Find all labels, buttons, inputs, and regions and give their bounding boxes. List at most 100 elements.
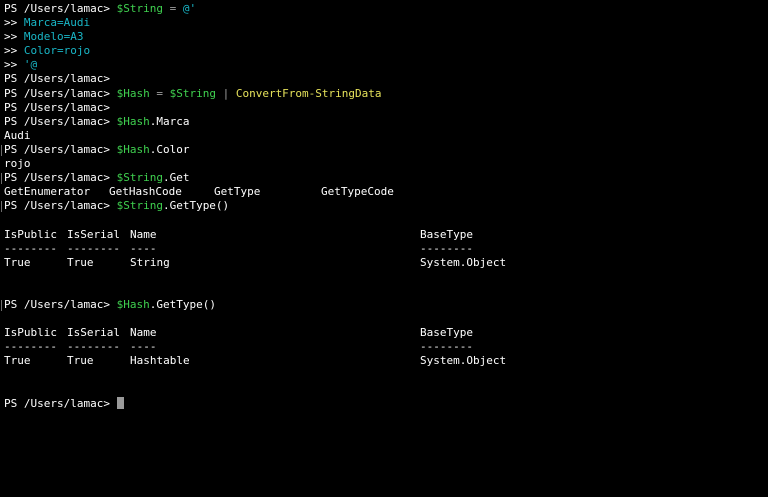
table-cell: Hashtable bbox=[130, 354, 190, 368]
variable-token: $Hash bbox=[116, 114, 150, 128]
prompt: PS /Users/lamac> bbox=[4, 72, 110, 86]
prompt: PS /Users/lamac> bbox=[4, 297, 110, 311]
operator-token: = bbox=[156, 86, 163, 100]
continuation-prompt: >> bbox=[4, 44, 18, 58]
table-header-cell: IsSerial bbox=[67, 227, 120, 241]
table-header-cell: Name bbox=[130, 326, 157, 340]
prompt: PS /Users/lamac> bbox=[4, 86, 110, 100]
command-line: PS /Users/lamac> $String.GetType() bbox=[1, 199, 764, 213]
underline-cell: ---- bbox=[130, 241, 157, 255]
heredoc-line: '@ bbox=[23, 58, 38, 72]
table-header-cell: Name bbox=[130, 227, 157, 241]
command-line: PS /Users/lamac> bbox=[4, 101, 764, 115]
table-header-cell: IsPublic bbox=[4, 326, 57, 340]
member-token: .Color bbox=[149, 142, 190, 156]
command-line: PS /Users/lamac> $Hash = $String | Conve… bbox=[4, 87, 764, 101]
mark-bar bbox=[1, 144, 2, 156]
underline-cell: -------- bbox=[4, 340, 57, 354]
heredoc-line: Marca=Audi bbox=[23, 16, 91, 30]
terminal-window[interactable]: PS /Users/lamac> $String = @' >> Marca=A… bbox=[0, 0, 768, 497]
continuation-line: >> Marca=Audi bbox=[4, 16, 764, 30]
continuation-prompt: >> bbox=[4, 58, 18, 72]
continuation-prompt: >> bbox=[4, 30, 18, 44]
operator-token: = bbox=[169, 2, 177, 15]
table-header: IsPublic IsSerial Name BaseType bbox=[4, 326, 764, 340]
table-cell: System.Object bbox=[420, 255, 507, 269]
variable-token: $Hash bbox=[116, 142, 150, 156]
continuation-line: >> '@ bbox=[4, 58, 764, 72]
variable-token: $String bbox=[116, 171, 163, 185]
table-underline: -------- -------- ---- -------- bbox=[4, 242, 764, 256]
continuation-prompt: >> bbox=[4, 16, 18, 30]
member-token: .GetType() bbox=[149, 297, 216, 311]
variable-token: $String bbox=[116, 199, 163, 213]
underline-cell: -------- bbox=[420, 340, 473, 354]
prompt: PS /Users/lamac> bbox=[4, 100, 110, 114]
underline-cell: ---- bbox=[130, 340, 157, 354]
underline-cell: -------- bbox=[4, 241, 57, 255]
underline-cell: -------- bbox=[67, 241, 120, 255]
table-underline: -------- -------- ---- -------- bbox=[4, 340, 764, 354]
underline-cell: -------- bbox=[420, 241, 473, 255]
output-value: rojo bbox=[4, 157, 31, 171]
completion-item[interactable]: GetType bbox=[214, 185, 260, 199]
table-header-cell: IsPublic bbox=[4, 227, 57, 241]
continuation-line: >> Color=rojo bbox=[4, 44, 764, 58]
cmdlet-token: ConvertFrom-StringData bbox=[235, 86, 382, 100]
prompt: PS /Users/lamac> bbox=[4, 171, 110, 185]
text-cursor[interactable] bbox=[116, 396, 124, 409]
mark-bar bbox=[1, 173, 2, 185]
table-header-cell: BaseType bbox=[420, 227, 473, 241]
completion-item[interactable]: GetHashCode bbox=[109, 185, 182, 199]
table-cell: True bbox=[4, 354, 31, 368]
command-line: PS /Users/lamac> $Hash.Color bbox=[1, 142, 764, 157]
variable-token: $String bbox=[169, 86, 216, 100]
table-cell: True bbox=[67, 354, 94, 368]
command-line: PS /Users/lamac> $Hash.GetType() bbox=[1, 297, 764, 312]
table-cell: String bbox=[130, 255, 170, 269]
prompt: PS /Users/lamac> bbox=[4, 114, 110, 128]
prompt: PS /Users/lamac> bbox=[4, 199, 110, 213]
command-line: PS /Users/lamac> bbox=[4, 72, 764, 86]
member-token: .Marca bbox=[149, 114, 190, 128]
member-token: .GetType() bbox=[162, 199, 230, 213]
variable-token: $String bbox=[116, 2, 163, 15]
heredoc-line: Color=rojo bbox=[23, 44, 91, 58]
heredoc-line: Modelo=A3 bbox=[23, 30, 84, 44]
completion-line: GetEnumerator GetHashCode GetType GetTypeCo… bbox=[4, 185, 764, 199]
string-token: @' bbox=[182, 2, 197, 15]
table-header: IsPublic IsSerial Name BaseType bbox=[4, 228, 764, 242]
mark-bar bbox=[1, 299, 2, 311]
member-token: .Get bbox=[162, 171, 190, 185]
table-row: True True String System.Object bbox=[4, 256, 764, 270]
command-line: PS /Users/lamac> $String = @' bbox=[4, 2, 764, 16]
mark-bar bbox=[1, 201, 2, 213]
table-header-cell: IsSerial bbox=[67, 326, 120, 340]
table-cell: True bbox=[67, 255, 94, 269]
underline-cell: -------- bbox=[67, 340, 120, 354]
pipe-token: | bbox=[222, 86, 230, 100]
table-row: True True Hashtable System.Object bbox=[4, 354, 764, 368]
variable-token: $Hash bbox=[116, 86, 150, 100]
table-header-cell: BaseType bbox=[420, 326, 473, 340]
command-line: PS /Users/lamac> $String.Get bbox=[1, 171, 764, 185]
prompt: PS /Users/lamac> bbox=[4, 2, 110, 15]
output-line: rojo bbox=[4, 157, 764, 171]
output-value: Audi bbox=[4, 128, 31, 142]
completion-item[interactable]: GetTypeCode bbox=[321, 185, 394, 199]
prompt: PS /Users/lamac> bbox=[4, 396, 110, 410]
completion-item[interactable]: GetEnumerator bbox=[4, 185, 90, 199]
variable-token: $Hash bbox=[116, 297, 150, 311]
prompt: PS /Users/lamac> bbox=[4, 142, 110, 156]
continuation-line: >> Modelo=A3 bbox=[4, 30, 764, 44]
output-line: Audi bbox=[4, 129, 764, 143]
command-line: PS /Users/lamac> $Hash.Marca bbox=[4, 115, 764, 129]
command-line[interactable]: PS /Users/lamac> bbox=[4, 396, 764, 411]
table-cell: System.Object bbox=[420, 354, 507, 368]
